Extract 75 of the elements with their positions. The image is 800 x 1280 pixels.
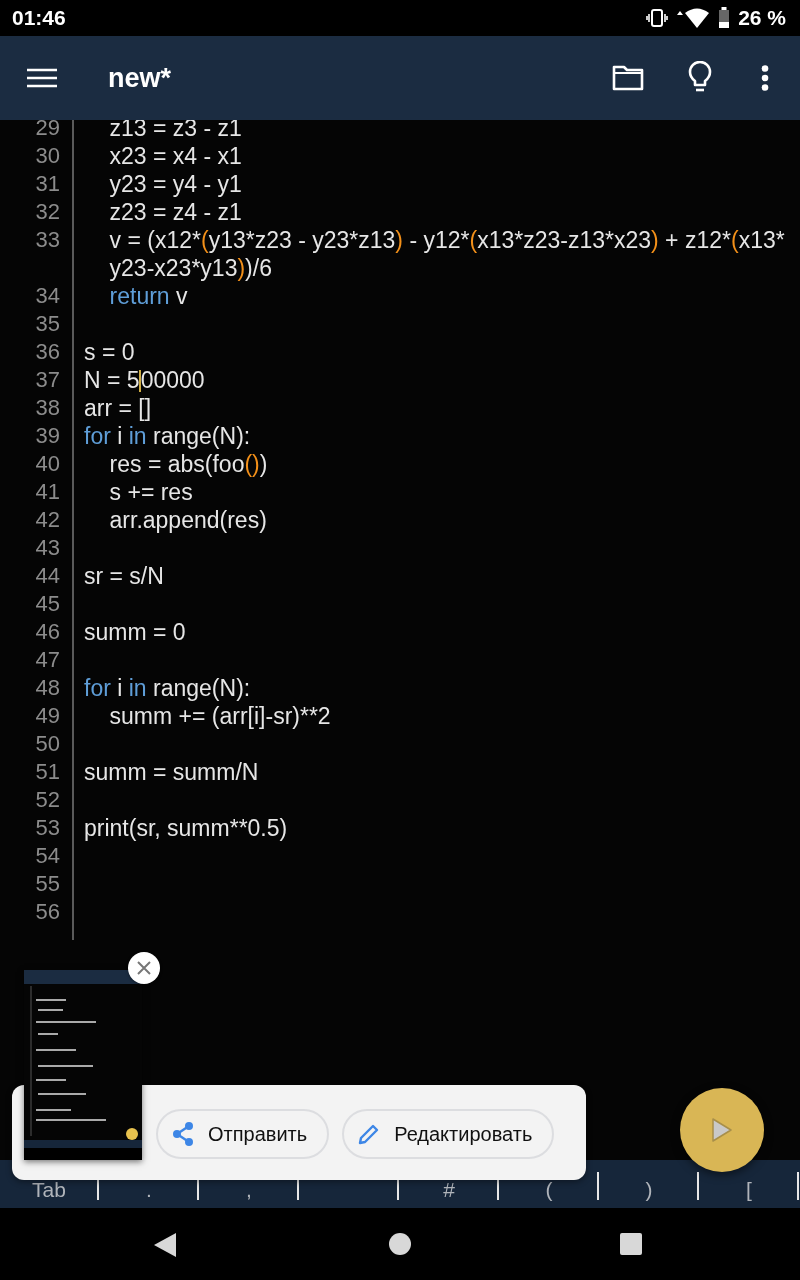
key-button[interactable]: ,	[246, 1179, 252, 1201]
line-number: 46	[34, 618, 60, 646]
code-line: y23 = y4 - y1	[108, 170, 242, 198]
code-line: v = (x12*(y13*z23 - y23*z13) - y12*(x13*z23-z13*x23) + z12*(x13*	[108, 226, 785, 254]
line-number: 29	[34, 120, 60, 142]
key-button[interactable]: #	[443, 1179, 455, 1201]
line-number: 55	[34, 870, 60, 898]
line-number: 31	[34, 170, 60, 198]
line-number: 38	[34, 394, 60, 422]
line-number: 33	[34, 226, 60, 254]
code-line: z13 = z3 - z1	[108, 120, 242, 142]
line-number: 36	[34, 338, 60, 366]
menu-icon	[27, 68, 57, 88]
line-number: 52	[34, 786, 60, 814]
share-button[interactable]: Отправить	[156, 1109, 330, 1159]
battery-icon	[718, 7, 731, 29]
code-line: y23-x23*y13))/6	[108, 254, 272, 282]
line-number: 37	[34, 366, 60, 394]
code-line: res = abs(foo())	[108, 450, 268, 478]
key-button[interactable]: .	[146, 1179, 152, 1201]
line-number: 54	[34, 842, 60, 870]
line-number: 49	[34, 702, 60, 730]
more-icon	[761, 65, 769, 91]
code-line: return v	[108, 282, 188, 310]
line-number: 44	[34, 562, 60, 590]
line-number: 47	[34, 646, 60, 674]
code-line: x23 = x4 - x1	[108, 142, 242, 170]
line-number: 35	[34, 310, 60, 338]
edit-button[interactable]: Редактировать	[342, 1109, 555, 1159]
wifi-icon	[676, 7, 711, 29]
vibrate-icon	[646, 9, 669, 27]
back-icon	[153, 1232, 177, 1258]
code-line: arr = []	[84, 394, 152, 422]
key-button[interactable]: )	[645, 1179, 653, 1201]
code-line: summ = 0	[84, 618, 186, 646]
pencil-icon	[358, 1123, 381, 1145]
key-button[interactable]: [	[746, 1179, 752, 1201]
folder-icon	[612, 65, 644, 91]
battery-level: 26 %	[738, 6, 786, 30]
code-line: for i in range(N):	[84, 422, 251, 450]
code-line: s = 0	[84, 338, 135, 366]
key-button[interactable]: Tab	[32, 1179, 66, 1201]
clock: 01:46	[12, 6, 66, 30]
line-number: 34	[34, 282, 60, 310]
code-line: sr = s/N	[84, 562, 164, 590]
share-icon	[172, 1122, 194, 1146]
line-number: 48	[34, 674, 60, 702]
line-number: 41	[34, 478, 60, 506]
back-button[interactable]	[153, 1232, 177, 1258]
line-number: 30	[34, 142, 60, 170]
line-number: 32	[34, 198, 60, 226]
line-number: 50	[34, 730, 60, 758]
code-line: s += res	[108, 478, 193, 506]
home-icon	[389, 1233, 411, 1255]
code-line: summ += (arr[i]-sr)**2	[108, 702, 331, 730]
home-button[interactable]	[389, 1233, 411, 1255]
line-number: 51	[34, 758, 60, 786]
recents-icon	[620, 1233, 642, 1255]
play-icon	[711, 1117, 733, 1143]
code-line: summ = summ/N	[84, 758, 259, 786]
code-line: z23 = z4 - z1	[108, 198, 242, 226]
close-icon	[137, 961, 151, 975]
line-number: 40	[34, 450, 60, 478]
line-number: 42	[34, 506, 60, 534]
line-number: 45	[34, 590, 60, 618]
code-line: N = 500000	[84, 366, 205, 394]
code-line: print(sr, summ**0.5)	[84, 814, 288, 842]
line-number: 53	[34, 814, 60, 842]
line-number: 56	[34, 898, 60, 926]
file-title: new*	[108, 62, 173, 94]
line-number: 43	[34, 534, 60, 562]
code-line: arr.append(res)	[108, 506, 267, 534]
key-button[interactable]: (	[545, 1179, 553, 1201]
code-line: for i in range(N):	[84, 674, 251, 702]
line-number: 39	[34, 422, 60, 450]
